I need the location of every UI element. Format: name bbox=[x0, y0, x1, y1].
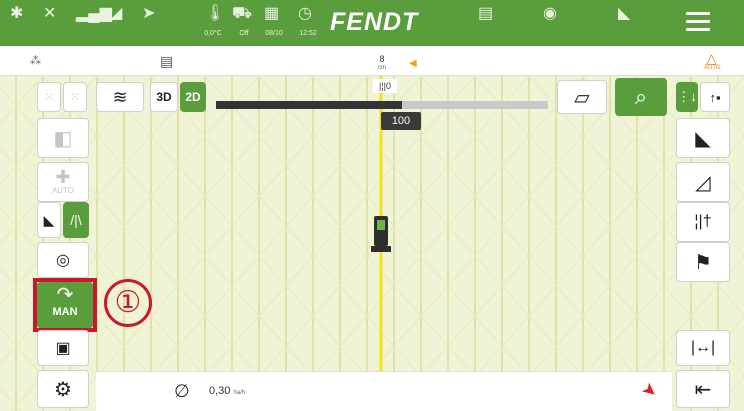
guidance-screen: ✱ ✕ ▂▄▆ ◢ ➤ 🌡 0,0°C ⛟ Off ▦ 08/10 ◷ 12:5… bbox=[0, 0, 744, 411]
add-field-button[interactable]: ◣ bbox=[676, 118, 730, 158]
shift-track-button[interactable]: |↔| bbox=[676, 330, 730, 366]
document-icon[interactable]: ▤ bbox=[478, 6, 493, 22]
plus-icon: ✚ bbox=[55, 167, 71, 187]
track-label: |¦|0 bbox=[373, 79, 397, 93]
temperature-value: 0,0°C bbox=[204, 30, 222, 37]
area-rate-unit: ha/h bbox=[233, 390, 246, 396]
signal-strength-icon[interactable]: ▂▄▆ bbox=[76, 6, 112, 22]
field-pattern-line bbox=[173, 76, 476, 411]
navigation-icon[interactable]: ➤ bbox=[142, 6, 155, 22]
task-document-icon[interactable]: ▤ bbox=[160, 53, 173, 70]
status-bar: ✱ ✕ ▂▄▆ ◢ ➤ 🌡 0,0°C ⛟ Off ▦ 08/10 ◷ 12:5… bbox=[0, 0, 744, 46]
settings-button[interactable]: ⚙ bbox=[37, 370, 89, 408]
man-mode-button[interactable]: ↷ MAN bbox=[37, 282, 93, 328]
menu-button[interactable] bbox=[681, 10, 715, 36]
calendar-icon[interactable]: ▦ bbox=[264, 6, 279, 22]
field-pattern-line bbox=[96, 76, 399, 411]
field-pattern-line bbox=[0, 147, 237, 411]
cross-track-value: 8 bbox=[379, 54, 385, 64]
width-adjust-button[interactable]: ↑▪ bbox=[700, 82, 730, 112]
tramline-right-button[interactable]: ⁙ bbox=[63, 82, 87, 112]
view-3d-button[interactable]: 3D bbox=[150, 82, 178, 112]
rtk-status-icon[interactable]: ◉ bbox=[543, 6, 557, 22]
view-2d-button[interactable]: 2D bbox=[180, 82, 206, 112]
field-pattern-line bbox=[204, 76, 507, 411]
brand-logo: FENDT bbox=[330, 8, 419, 36]
area-rate: 0,30 ha/h bbox=[209, 385, 245, 397]
steer-left-indicator-icon: ◀ bbox=[409, 58, 417, 69]
tractor-config-icon[interactable]: ⁂ bbox=[30, 54, 41, 67]
area-rate-value: 0,30 bbox=[209, 385, 231, 397]
field-boundary-button[interactable]: ◣ bbox=[37, 202, 61, 238]
bottom-bar: ∅ 0,30 ha/h ➤ bbox=[96, 371, 672, 411]
field-pattern-line bbox=[389, 76, 692, 411]
add-track-button[interactable]: ¦|† bbox=[676, 202, 730, 242]
auto-warning-label: AUTO bbox=[704, 65, 721, 71]
date-value: 08/10 bbox=[265, 30, 283, 37]
back-button[interactable]: ⇤ bbox=[676, 370, 730, 408]
diameter-icon: ∅ bbox=[174, 381, 190, 401]
man-label: MAN bbox=[52, 306, 78, 318]
add-boundary-button[interactable]: ◿ bbox=[676, 162, 730, 202]
offset-value: 100 bbox=[381, 112, 421, 130]
thermometer-icon[interactable]: 🌡 bbox=[205, 6, 225, 22]
field-icon[interactable]: ◣ bbox=[618, 6, 630, 22]
auto-label: AUTO bbox=[51, 186, 75, 195]
compass-icon[interactable]: ➤ bbox=[637, 378, 662, 404]
headland-turn-button[interactable]: ◎ bbox=[37, 242, 89, 278]
gps-off-icon[interactable]: ✕ bbox=[43, 6, 56, 22]
add-marker-button[interactable]: ⚑ bbox=[676, 242, 730, 282]
section-control-button[interactable]: ◧ bbox=[37, 118, 89, 158]
turn-arrow-icon: ↷ bbox=[56, 284, 74, 306]
info-bar: ⁂ ▤ 8 cm ◀ △ AUTO bbox=[0, 46, 744, 76]
tractor-marker bbox=[371, 216, 391, 254]
implement-settings-button[interactable]: ⋮↓ bbox=[676, 82, 698, 112]
field-pattern-line bbox=[281, 76, 584, 411]
offset-bar-filled bbox=[216, 101, 402, 109]
zoom-button[interactable]: ⌕ bbox=[615, 78, 667, 116]
boundary-shape-button[interactable]: ▱ bbox=[557, 80, 607, 114]
field-pattern-line bbox=[0, 76, 206, 305]
layers-button[interactable]: ≋ bbox=[96, 82, 144, 112]
offset-bar-empty bbox=[402, 101, 548, 109]
tramline-left-button[interactable]: ⁙ bbox=[37, 82, 61, 112]
guidance-lines-button[interactable]: /|\ bbox=[63, 202, 89, 238]
auto-steer-button[interactable]: ✚ AUTO bbox=[37, 162, 89, 202]
pto-icon[interactable]: ⛟ bbox=[232, 6, 252, 22]
clock-icon[interactable]: ◷ bbox=[298, 6, 312, 22]
time-value: 12:52 bbox=[299, 30, 317, 37]
field-pattern-line bbox=[65, 76, 368, 411]
rtk-signal-icon[interactable]: ◢ bbox=[110, 6, 122, 22]
pto-state: Off bbox=[239, 30, 249, 37]
field-pattern-line bbox=[312, 76, 615, 411]
bluetooth-icon[interactable]: ✱ bbox=[10, 6, 23, 22]
cross-track-unit: cm bbox=[378, 65, 386, 71]
line-selection-button[interactable]: ▣ bbox=[37, 330, 89, 366]
callout-marker: ① bbox=[104, 279, 152, 327]
field-pattern-line bbox=[0, 207, 183, 411]
